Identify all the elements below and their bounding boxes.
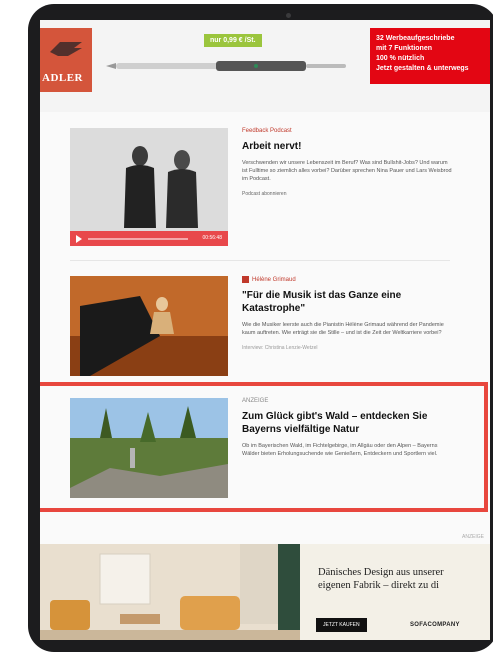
player-time: 00:56:48: [202, 235, 222, 241]
pianist-photo: [70, 276, 228, 376]
article-card[interactable]: Hélène Grimaud "Für die Musik ist das Ga…: [70, 276, 450, 376]
adler-brand: ADLER: [42, 72, 84, 84]
article-text: Feedback Podcast Arbeit nervt! Verschwen…: [242, 128, 452, 197]
promo-line: Jetzt gestalten & unterwegs: [376, 65, 469, 72]
article-kicker: Feedback Podcast: [242, 128, 292, 134]
bottom-advertisement[interactable]: Dänisches Design aus unserer eigenen Fab…: [40, 544, 490, 640]
article-image[interactable]: [70, 398, 228, 498]
kicker-label: Hélène Grimaud: [252, 276, 296, 283]
article-text: ANZEIGE Zum Glück gibt's Wald – entdecke…: [242, 398, 452, 458]
podcast-subscribe-link[interactable]: Podcast abonnieren: [242, 191, 452, 197]
podcast-hosts-photo: [70, 128, 228, 246]
divider: [70, 260, 450, 261]
living-room-photo: [40, 544, 300, 640]
article-card[interactable]: 00:56:48 Feedback Podcast Arbeit nervt! …: [70, 128, 452, 248]
top-advertisement[interactable]: ADLER nur 0,99 € /St. 32 Werbeaufgeschri…: [40, 20, 490, 112]
promo-line: mit 7 Funktionen: [376, 45, 432, 52]
ad-image: [40, 544, 300, 640]
audio-icon: [242, 276, 249, 283]
ad-label: ANZEIGE: [462, 534, 484, 540]
article-kicker: Hélène Grimaud: [242, 276, 452, 283]
article-title[interactable]: Arbeit nervt!: [242, 140, 452, 153]
article-image[interactable]: [70, 276, 228, 376]
shop-now-button[interactable]: JETZT KAUFEN: [316, 618, 367, 632]
play-icon[interactable]: [76, 235, 82, 243]
article-description: Verschwenden wir unsere Lebenszeit im Be…: [242, 160, 452, 182]
pen-image: [106, 61, 346, 71]
progress-bar[interactable]: [88, 238, 188, 240]
article-card-advertisement[interactable]: ANZEIGE Zum Glück gibt's Wald – entdecke…: [70, 398, 450, 498]
article-title[interactable]: Zum Glück gibt's Wald – entdecken Sie Ba…: [242, 410, 452, 436]
promo-line: 32 Werbeaufgeschriebe: [376, 35, 455, 42]
forest-photo: [70, 398, 228, 498]
promo-line: 100 % nützlich: [376, 55, 425, 62]
article-meta: Interview: Christina Lenzie-Wetzel: [242, 345, 318, 351]
ad-copy: Dänisches Design aus unserer eigenen Fab…: [318, 566, 444, 592]
camera-icon: [286, 13, 291, 18]
article-kicker: ANZEIGE: [242, 398, 269, 404]
price-badge: nur 0,99 € /St.: [204, 34, 262, 47]
article-description: Wie die Musiker leerste auch die Pianist…: [242, 322, 444, 336]
adler-logo[interactable]: ADLER: [40, 28, 92, 92]
ad-copy-line: Dänisches Design aus unserer: [318, 567, 444, 578]
browser-viewport[interactable]: ADLER nur 0,99 € /St. 32 Werbeaufgeschri…: [40, 20, 490, 640]
article-title[interactable]: "Für die Musik ist das Ganze eine Katast…: [242, 289, 452, 315]
article-text: Hélène Grimaud "Für die Musik ist das Ga…: [242, 276, 452, 351]
audio-player[interactable]: 00:56:48: [70, 231, 228, 246]
article-description: Ob im Bayerischen Wald, im Fichtelgebirg…: [242, 443, 438, 457]
article-image[interactable]: 00:56:48: [70, 128, 228, 246]
eagle-icon: [50, 42, 82, 56]
ad-brand[interactable]: SOFACOMPANY: [410, 622, 460, 628]
promo-box[interactable]: 32 Werbeaufgeschriebe mit 7 Funktionen 1…: [370, 28, 490, 84]
ad-copy-line: eigenen Fabrik – direkt zu di: [318, 580, 440, 591]
